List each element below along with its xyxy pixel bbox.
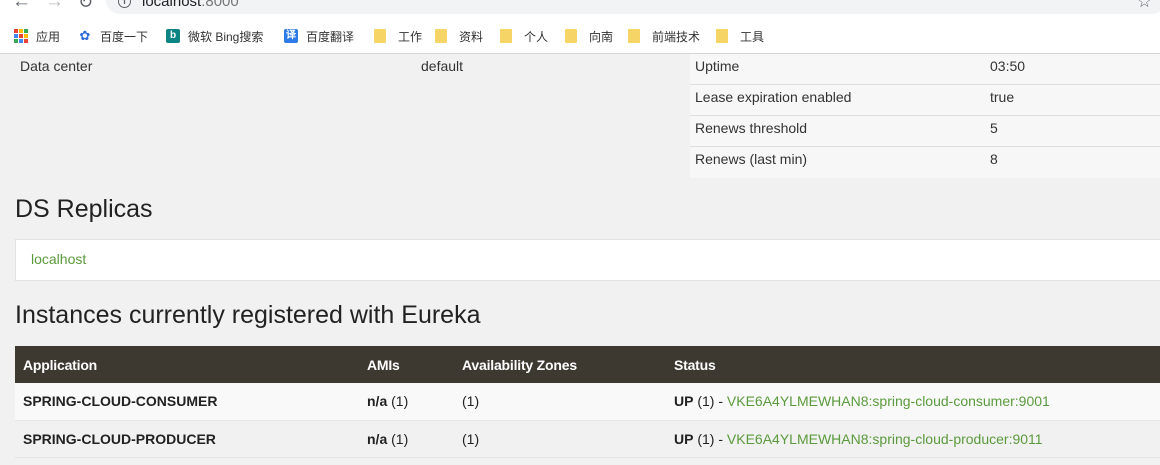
forward-arrow-icon[interactable]: → — [45, 0, 64, 12]
bookmark-folder-frontend[interactable]: 前端技术 — [628, 26, 700, 46]
bookmark-folder-materials[interactable]: 资料 — [435, 26, 483, 46]
application-name: SPRING-CLOUD-PRODUCER — [15, 420, 359, 458]
info-icon[interactable]: i — [118, 0, 131, 8]
info-value: default — [421, 58, 464, 74]
folder-icon — [565, 29, 577, 43]
bookmark-star-icon[interactable]: ☆ — [1137, 0, 1152, 12]
status-badge: UP — [674, 393, 694, 410]
status-cell: UP (1) - VKE6A4YLMEWHAN8:spring-cloud-co… — [666, 383, 1160, 421]
table-row: SPRING-CLOUD-CONSUMER n/a (1) (1) UP (1)… — [15, 383, 1160, 421]
bookmarks-bar: 应用 ✿ 百度一下 b 微软 Bing搜索 译 百度翻译 工作 资料 个人 向南 — [0, 26, 1160, 48]
instances-heading: Instances currently registered with Eure… — [15, 301, 481, 329]
column-header-zones: Availability Zones — [454, 346, 666, 383]
address-bar[interactable]: i localhost:8000 — [106, 0, 1160, 14]
folder-icon — [374, 29, 386, 43]
bookmark-folder-xiangnan[interactable]: 向南 — [565, 26, 613, 46]
instances-table: Application AMIs Availability Zones Stat… — [15, 346, 1160, 458]
zones-cell: (1) — [454, 383, 666, 421]
bookmark-folder-tools[interactable]: 工具 — [716, 26, 764, 46]
url-text: localhost:8000 — [142, 0, 239, 10]
folder-icon — [628, 29, 640, 43]
info-value: 8 — [990, 151, 998, 167]
bookmark-baidu-translate[interactable]: 译 百度翻译 — [284, 26, 354, 46]
folder-icon — [500, 29, 512, 43]
bookmark-bing[interactable]: b 微软 Bing搜索 — [166, 26, 263, 46]
bookmark-folder-work[interactable]: 工作 — [374, 26, 422, 46]
info-value: 5 — [990, 120, 998, 136]
info-key: Uptime — [695, 58, 740, 74]
application-name: SPRING-CLOUD-CONSUMER — [15, 383, 359, 421]
reload-icon[interactable]: ↻ — [78, 0, 93, 12]
apps-grid-icon — [14, 29, 28, 43]
instance-link[interactable]: VKE6A4YLMEWHAN8:spring-cloud-producer:90… — [727, 431, 1043, 447]
info-key: Renews threshold — [695, 120, 808, 136]
instance-link[interactable]: VKE6A4YLMEWHAN8:spring-cloud-consumer:90… — [727, 393, 1050, 409]
info-value: true — [990, 89, 1015, 105]
baidu-paw-icon: ✿ — [78, 28, 92, 43]
info-value: 03:50 — [990, 58, 1026, 74]
bookmark-baidu[interactable]: ✿ 百度一下 — [78, 26, 148, 46]
bookmark-folder-personal[interactable]: 个人 — [500, 26, 548, 46]
table-header-row: Application AMIs Availability Zones Stat… — [15, 346, 1160, 383]
amis-cell: n/a (1) — [359, 420, 454, 458]
column-header-amis: AMIs — [359, 346, 454, 383]
column-header-application: Application — [15, 346, 359, 383]
column-header-status: Status — [666, 346, 1160, 383]
info-row: Renews threshold 5 — [690, 116, 1160, 147]
bookmark-apps[interactable]: 应用 — [14, 26, 60, 46]
replica-link-localhost[interactable]: localhost — [31, 251, 86, 267]
replicas-list: localhost — [15, 239, 1160, 281]
replicas-heading: DS Replicas — [15, 195, 153, 223]
amis-cell: n/a (1) — [359, 383, 454, 421]
general-info-right-table: Uptime 03:50 Lease expiration enabled tr… — [690, 54, 1160, 178]
bing-icon: b — [166, 29, 180, 43]
info-row: Lease expiration enabled true — [690, 85, 1160, 116]
folder-icon — [716, 29, 728, 43]
zones-cell: (1) — [454, 420, 666, 458]
table-row: SPRING-CLOUD-PRODUCER n/a (1) (1) UP (1)… — [15, 420, 1160, 458]
back-arrow-icon[interactable]: ← — [12, 0, 31, 12]
translate-icon: 译 — [284, 29, 298, 43]
info-key: Renews (last min) — [695, 151, 808, 167]
info-row: Renews (last min) 8 — [690, 147, 1160, 178]
info-key: Data center — [20, 58, 93, 74]
info-row: Data center default — [0, 54, 690, 85]
info-row: Uptime 03:50 — [690, 54, 1160, 85]
status-cell: UP (1) - VKE6A4YLMEWHAN8:spring-cloud-pr… — [666, 420, 1160, 458]
folder-icon — [435, 29, 447, 43]
info-key: Lease expiration enabled — [695, 89, 852, 105]
browser-chrome: ← → ↻ i localhost:8000 ☆ 应用 ✿ 百度一下 b 微软 … — [0, 0, 1160, 54]
general-info-left-table: Data center default — [0, 54, 690, 85]
status-badge: UP — [674, 430, 694, 447]
